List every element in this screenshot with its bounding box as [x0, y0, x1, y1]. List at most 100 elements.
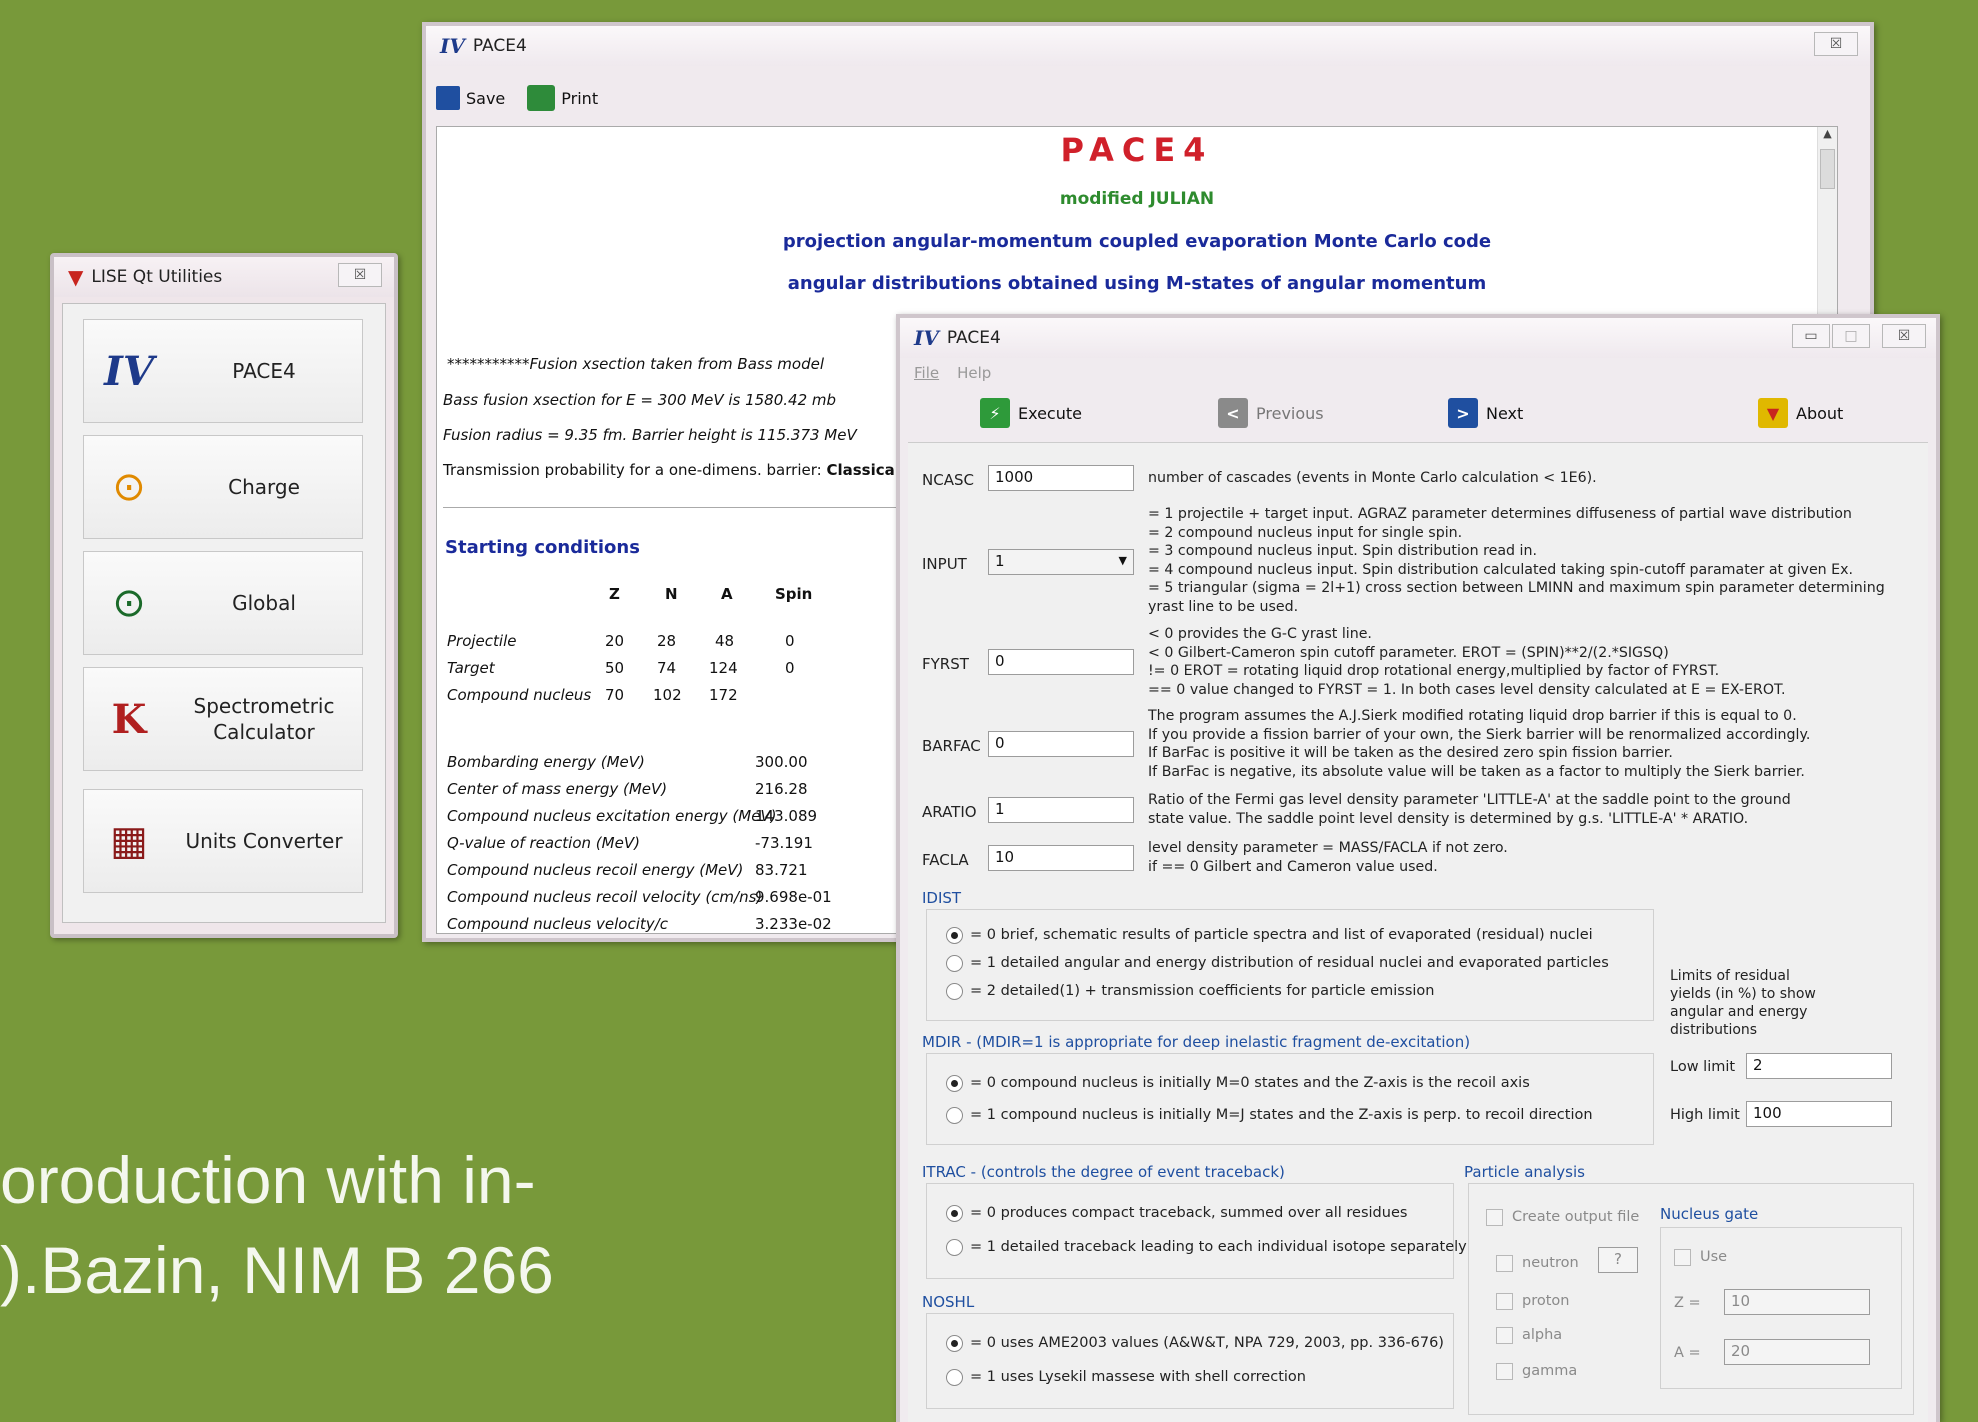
alpha-checkbox[interactable]	[1496, 1327, 1513, 1344]
arrow-right-icon: >	[1448, 398, 1478, 428]
execute-label: Execute	[1018, 403, 1082, 423]
input-select[interactable]: 1 ▼	[988, 549, 1134, 575]
about-button[interactable]: ▼ About	[1758, 398, 1843, 428]
energy-name: Center of mass energy (MeV)	[447, 780, 668, 798]
spectrometric-label-line2: Calculator	[213, 720, 315, 744]
itrac-radio-0[interactable]	[946, 1205, 963, 1222]
low-limit-input[interactable]: 2	[1746, 1053, 1892, 1079]
results-subtitle-3: angular distributions obtained using M-s…	[787, 273, 1487, 294]
high-limit-label: High limit	[1670, 1107, 1740, 1123]
fyrst-desc: < 0 provides the G-C yrast line. < 0 Gil…	[1148, 626, 1786, 698]
scroll-thumb[interactable]	[1820, 149, 1835, 189]
lise-logo-icon: ▼	[1758, 398, 1788, 428]
mdir-radio-0[interactable]	[946, 1075, 963, 1092]
help-button[interactable]: ?	[1598, 1247, 1638, 1273]
aratio-label: ARATIO	[922, 803, 977, 821]
high-limit-input[interactable]: 100	[1746, 1101, 1892, 1127]
row-a: 48	[715, 632, 735, 650]
itrac-option-0: = 0 produces compact traceback, summed o…	[970, 1205, 1408, 1221]
spectrometric-K-icon: K	[111, 695, 147, 743]
charge-button[interactable]: ⊙ Charge	[83, 435, 363, 539]
facla-input[interactable]: 10	[988, 845, 1134, 871]
transmission-line: Transmission probability for a one-dimen…	[443, 461, 900, 479]
itrac-radio-1[interactable]	[946, 1239, 963, 1256]
print-button[interactable]: Print	[527, 85, 598, 111]
idist-radio-0[interactable]	[946, 927, 963, 944]
global-button[interactable]: ⊙ Global	[83, 551, 363, 655]
aratio-input[interactable]: 1	[988, 797, 1134, 823]
use-checkbox[interactable]	[1674, 1249, 1691, 1266]
printer-icon	[527, 85, 556, 111]
gamma-checkbox[interactable]	[1496, 1363, 1513, 1380]
create-output-label: Create output file	[1512, 1209, 1640, 1225]
units-converter-button[interactable]: ▦ Units Converter	[83, 789, 363, 893]
noshl-radio-0[interactable]	[946, 1335, 963, 1352]
energy-value: 83.721	[755, 861, 808, 879]
idist-radio-2[interactable]	[946, 983, 963, 1000]
col-spin: Spin	[775, 585, 813, 603]
col-a: A	[721, 585, 733, 603]
pace4-label: PACE4	[232, 359, 296, 383]
utilities-titlebar: ▼ LISE Qt Utilities ☒	[54, 257, 394, 297]
menu-file[interactable]: File	[914, 364, 939, 382]
close-icon[interactable]: ☒	[1814, 32, 1858, 56]
facla-desc: level density parameter = MASS/FACLA if …	[1148, 840, 1508, 875]
execute-button[interactable]: ⚡ Execute	[980, 398, 1082, 428]
next-label: Next	[1486, 403, 1524, 423]
row-a: 124	[709, 659, 738, 677]
energy-value: -73.191	[755, 834, 813, 852]
pace4-button[interactable]: IV PACE4	[83, 319, 363, 423]
create-output-checkbox[interactable]	[1486, 1209, 1503, 1226]
spectrometric-calculator-button[interactable]: K Spectrometric Calculator	[83, 667, 363, 771]
save-button[interactable]: Save	[436, 86, 505, 110]
idist-radio-1[interactable]	[946, 955, 963, 972]
mdir-option-1: = 1 compound nucleus is initially M=J st…	[970, 1107, 1593, 1123]
results-subtitle-1: modified JULIAN	[1059, 189, 1215, 209]
mdir-radio-1[interactable]	[946, 1107, 963, 1124]
previous-label: Previous	[1256, 403, 1324, 423]
row-n: 74	[657, 659, 677, 677]
a-input[interactable]: 20	[1724, 1339, 1870, 1365]
global-icon: ⊙	[112, 580, 146, 626]
row-spin: 0	[785, 632, 795, 650]
close-icon[interactable]: ☒	[338, 263, 382, 287]
lightning-icon: ⚡	[980, 398, 1010, 428]
energy-name: Compound nucleus recoil energy (MeV)	[447, 861, 744, 879]
neutron-checkbox[interactable]	[1496, 1255, 1513, 1272]
proton-label: proton	[1522, 1293, 1570, 1309]
previous-button[interactable]: < Previous	[1218, 398, 1324, 428]
gamma-label: gamma	[1522, 1363, 1578, 1379]
close-icon[interactable]: ☒	[1882, 324, 1926, 348]
mdir-title: MDIR - (MDIR=1 is appropriate for deep i…	[922, 1033, 1471, 1051]
limits-note: Limits of residual yields (in %) to show…	[1670, 968, 1816, 1038]
idist-option-0: = 0 brief, schematic results of particle…	[970, 927, 1593, 943]
row-n: 28	[657, 632, 677, 650]
input-select-value: 1	[995, 552, 1005, 570]
col-n: N	[665, 585, 678, 603]
scroll-up-icon[interactable]: ▲	[1818, 127, 1837, 147]
arrow-left-icon: <	[1218, 398, 1248, 428]
params-titlebar: IV PACE4 ▭ □ ☒	[900, 318, 1936, 358]
utilities-title: LISE Qt Utilities	[91, 267, 223, 287]
itrac-title: ITRAC - (controls the degree of event tr…	[922, 1163, 1285, 1181]
ncasc-input[interactable]: 1000	[988, 465, 1134, 491]
facla-label: FACLA	[922, 851, 969, 869]
row-name: Compound nucleus	[447, 686, 592, 704]
next-button[interactable]: > Next	[1448, 398, 1523, 428]
fyrst-input[interactable]: 0	[988, 649, 1134, 675]
row-name: Projectile	[447, 632, 517, 650]
maximize-icon[interactable]: □	[1832, 324, 1870, 348]
about-label: About	[1796, 403, 1844, 423]
noshl-radio-1[interactable]	[946, 1369, 963, 1386]
z-input[interactable]: 10	[1724, 1289, 1870, 1315]
proton-checkbox[interactable]	[1496, 1293, 1513, 1310]
barfac-label: BARFAC	[922, 737, 981, 755]
minimize-icon[interactable]: ▭	[1792, 324, 1830, 348]
idist-title: IDIST	[922, 889, 962, 907]
menu-help[interactable]: Help	[957, 364, 991, 382]
idist-option-1: = 1 detailed angular and energy distribu…	[970, 955, 1609, 971]
energy-value: 143.089	[755, 807, 818, 825]
barfac-input[interactable]: 0	[988, 731, 1134, 757]
utilities-window: ▼ LISE Qt Utilities ☒ IV PACE4 ⊙ Charge …	[50, 253, 398, 938]
energy-value: 9.698e-01	[755, 888, 832, 906]
